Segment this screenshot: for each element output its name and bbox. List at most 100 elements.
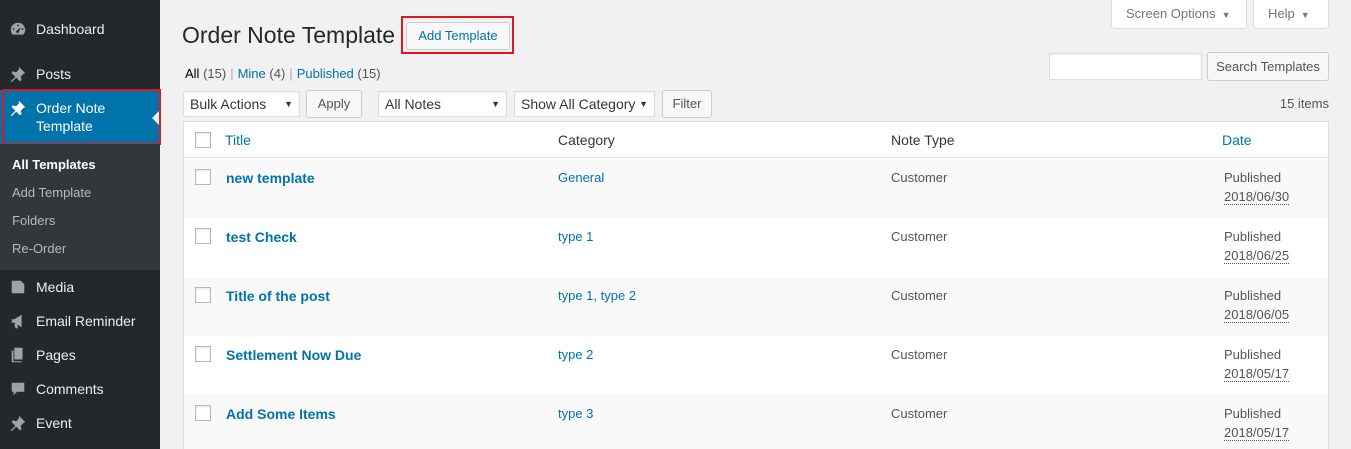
menu-item-label: Comments: [36, 381, 104, 397]
templates-table: Title Category Note Type Date new templa…: [183, 121, 1329, 449]
menu-label-line2: Template: [36, 118, 93, 134]
caret-down-icon: ▼: [639, 99, 648, 109]
menu-item-label: Order Note Template: [36, 99, 160, 135]
search-input[interactable]: [1049, 53, 1202, 80]
pin-icon: [0, 65, 36, 83]
apply-button[interactable]: Apply: [306, 90, 362, 118]
notes-filter-value: All Notes: [385, 96, 442, 112]
menu-label-line1: Order Note: [36, 100, 106, 116]
row-date-value: 2018/06/05: [1224, 307, 1290, 323]
menu-item-label: Posts: [36, 66, 72, 82]
column-date[interactable]: Date: [1222, 132, 1252, 148]
view-all[interactable]: All (15): [185, 66, 226, 81]
view-all-count: (15): [203, 66, 227, 81]
row-note-type: Customer: [891, 170, 948, 185]
submenu-add-template[interactable]: Add Template: [0, 179, 160, 207]
menu-item-label: Event: [36, 415, 72, 431]
help-button[interactable]: Help ▼: [1253, 0, 1329, 29]
page-title: Order Note Template: [182, 22, 396, 48]
table-row: Title of the post type 1, type 2 Custome…: [184, 277, 1328, 336]
table-row: Add Some Items type 3 Customer Published…: [184, 395, 1328, 449]
view-mine[interactable]: Mine: [238, 66, 266, 81]
column-title[interactable]: Title: [225, 132, 251, 148]
screen-options-button[interactable]: Screen Options ▼: [1111, 0, 1247, 29]
row-note-type: Customer: [891, 406, 948, 421]
pin-icon: [0, 414, 36, 432]
row-date-value: 2018/05/17: [1224, 366, 1290, 382]
status-views: All (15) | Mine (4) | Published (15): [185, 66, 381, 81]
row-date-value: 2018/06/30: [1224, 189, 1290, 205]
row-status: Published: [1224, 347, 1282, 362]
menu-item-comments[interactable]: Comments: [0, 372, 160, 406]
column-note-type: Note Type: [891, 132, 955, 148]
row-checkbox[interactable]: [195, 405, 211, 421]
table-row: new template General Customer Published 2…: [184, 159, 1328, 218]
screen-options-label: Screen Options: [1126, 6, 1216, 21]
row-title-link[interactable]: new template: [226, 170, 315, 186]
menu-item-media[interactable]: Media: [0, 270, 160, 304]
row-title-link[interactable]: Settlement Now Due: [226, 347, 361, 363]
menu-item-dashboard[interactable]: Dashboard: [0, 12, 160, 46]
menu-item-label: Email Reminder: [36, 313, 136, 329]
row-checkbox[interactable]: [195, 346, 211, 362]
column-category: Category: [558, 132, 615, 148]
view-published[interactable]: Published: [297, 66, 354, 81]
view-published-label: Published: [296, 66, 354, 81]
row-checkbox[interactable]: [195, 287, 211, 303]
submenu-re-order[interactable]: Re-Order: [0, 235, 160, 263]
menu-item-event[interactable]: Event: [0, 406, 160, 440]
notes-filter-select[interactable]: All Notes ▼: [378, 91, 507, 117]
megaphone-icon: [0, 312, 36, 330]
caret-down-icon: ▼: [491, 99, 500, 109]
select-all-checkbox[interactable]: [195, 132, 211, 148]
comment-icon: [0, 380, 36, 398]
menu-item-pages[interactable]: Pages: [0, 338, 160, 372]
row-checkbox[interactable]: [195, 169, 211, 185]
row-title-link[interactable]: Title of the post: [226, 288, 330, 304]
row-category-link[interactable]: type 3: [558, 406, 593, 421]
caret-down-icon: ▼: [1300, 10, 1310, 20]
add-template-button[interactable]: Add Template: [406, 22, 510, 50]
pages-icon: [0, 346, 36, 364]
menu-item-label: Dashboard: [36, 21, 105, 37]
row-category-link[interactable]: General: [558, 170, 604, 185]
view-published-count: (15): [357, 66, 381, 81]
row-date: Published 2018/06/05: [1224, 286, 1290, 324]
pin-icon: [0, 99, 36, 117]
table-row: Settlement Now Due type 2 Customer Publi…: [184, 336, 1328, 395]
row-category-link[interactable]: type 1, type 2: [558, 288, 636, 303]
menu-item-posts[interactable]: Posts: [0, 57, 160, 91]
row-status: Published: [1224, 229, 1282, 244]
filter-button[interactable]: Filter: [662, 90, 712, 118]
submenu-all-templates[interactable]: All Templates: [0, 151, 160, 179]
category-filter-select[interactable]: Show All Category ▼: [514, 91, 655, 117]
row-date-value: 2018/05/17: [1224, 425, 1290, 441]
row-category-link[interactable]: type 1: [558, 229, 593, 244]
row-status: Published: [1224, 170, 1282, 185]
row-title-link[interactable]: test Check: [226, 229, 297, 245]
category-filter-value: Show All Category: [521, 96, 636, 112]
menu-item-email-reminder[interactable]: Email Reminder: [0, 304, 160, 338]
row-note-type: Customer: [891, 288, 948, 303]
row-category-link[interactable]: type 2: [558, 347, 593, 362]
row-title-link[interactable]: Add Some Items: [226, 406, 336, 422]
items-count: 15 items: [1279, 96, 1329, 111]
view-mine-label: Mine: [237, 66, 266, 81]
bulk-actions-value: Bulk Actions: [190, 96, 267, 112]
table-row: test Check type 1 Customer Published 2018…: [184, 218, 1328, 277]
row-checkbox[interactable]: [195, 228, 211, 244]
row-note-type: Customer: [891, 347, 948, 362]
view-mine-count: (4): [269, 66, 286, 81]
menu-item-order-note-template[interactable]: Order Note Template: [0, 90, 160, 144]
help-label: Help: [1268, 6, 1295, 21]
submenu-folders[interactable]: Folders: [0, 207, 160, 235]
bulk-actions-select[interactable]: Bulk Actions ▼: [183, 91, 300, 117]
row-note-type: Customer: [891, 229, 948, 244]
admin-sidebar: Dashboard Posts Order Note Template All …: [0, 0, 161, 449]
table-header: Title Category Note Type Date: [184, 122, 1328, 158]
row-date: Published 2018/05/17: [1224, 345, 1290, 383]
search-templates-button[interactable]: Search Templates: [1207, 52, 1329, 81]
view-all-label: All: [185, 66, 200, 81]
menu-item-label: Media: [36, 279, 75, 295]
media-icon: [0, 278, 36, 296]
